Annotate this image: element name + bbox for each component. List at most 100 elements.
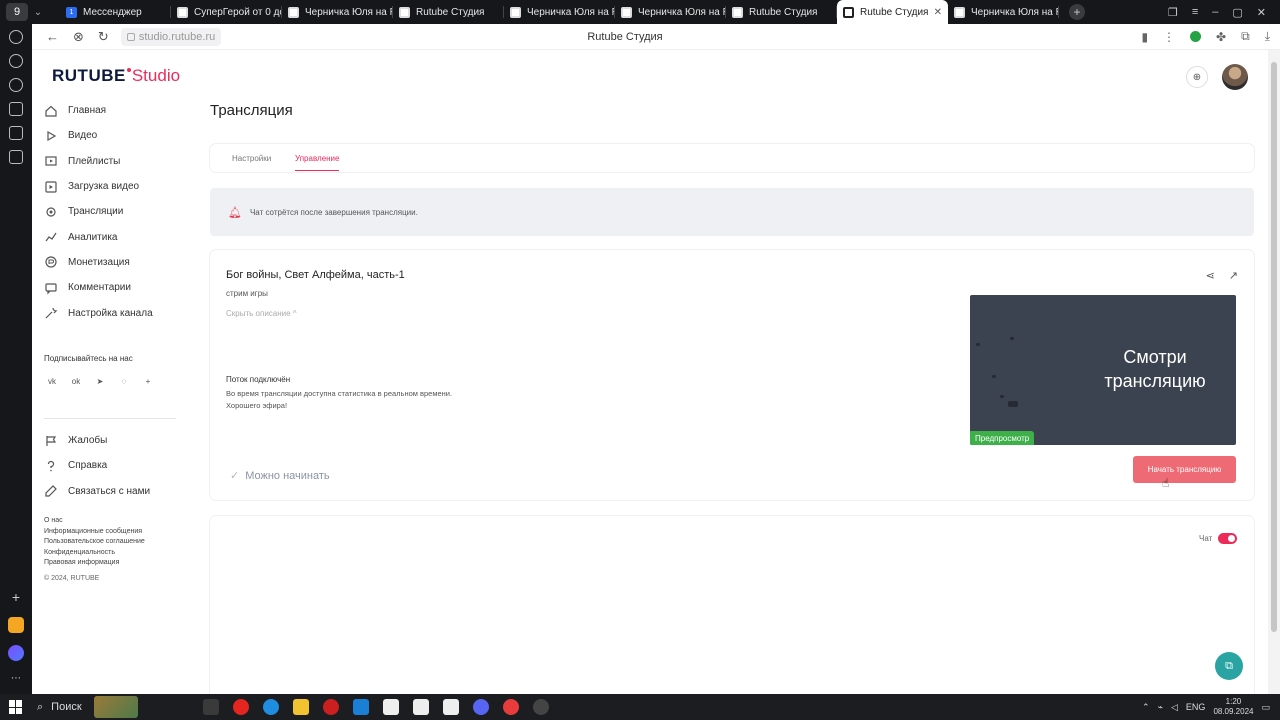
footer-link[interactable]: Информационные сообщения — [44, 527, 145, 538]
rutube-studio-logo[interactable]: RUTUBE Studio — [52, 66, 180, 86]
browser-tab[interactable]: Черничка Юля на R — [948, 0, 1059, 24]
more-dots-icon[interactable]: ⋯ — [11, 673, 21, 684]
gallery-icon[interactable] — [9, 126, 23, 140]
viber-icon[interactable]: ◌ — [118, 375, 130, 387]
footer-link[interactable]: Правовая информация — [44, 558, 145, 569]
external-link-icon[interactable]: ↗ — [1229, 269, 1238, 282]
browser-tab[interactable]: Rutube Студия — [393, 0, 504, 24]
notes-icon[interactable] — [9, 150, 23, 164]
sidebar-item[interactable]: Настройка канала — [44, 300, 184, 325]
sidebar-item[interactable]: Комментарии — [44, 275, 184, 300]
edge-icon[interactable] — [263, 699, 279, 715]
taskbar-search-label: Поиск — [51, 701, 82, 713]
tab-management[interactable]: Управление — [295, 154, 340, 171]
tabs-icon[interactable]: ❐ — [1168, 6, 1178, 19]
download-icon[interactable]: ⤓ — [1265, 29, 1270, 44]
volume-icon[interactable]: ◁ — [1171, 702, 1178, 713]
sidebar-item[interactable]: Аналитика — [44, 224, 184, 249]
sidebar-item[interactable]: Справка — [44, 453, 184, 478]
sidebar-item[interactable]: Монетизация — [44, 250, 184, 275]
menu-icon[interactable]: ≡ — [1192, 6, 1198, 19]
discord-icon[interactable] — [473, 699, 489, 715]
browser-tab[interactable]: Черничка Юля на R — [504, 0, 615, 24]
sidebar-item[interactable]: Загрузка видео — [44, 174, 184, 199]
sidebar-item[interactable]: Плейлисты — [44, 149, 184, 174]
tray-up-icon[interactable]: ⌃ — [1142, 702, 1150, 713]
app-9-icon[interactable] — [9, 102, 23, 116]
browser-tab[interactable]: 1 Мессенджер — [60, 0, 171, 24]
mail-icon[interactable] — [353, 699, 369, 715]
obs-icon[interactable] — [533, 699, 549, 715]
file-icon[interactable] — [383, 699, 399, 715]
network-icon[interactable]: ⌁ — [1158, 702, 1163, 713]
tab-counter-button[interactable]: 9 — [6, 3, 28, 21]
windows-start-icon[interactable] — [9, 700, 23, 714]
notifications-icon[interactable]: ▭ — [1261, 702, 1270, 713]
browser-tab[interactable]: Черничка Юля на R — [615, 0, 726, 24]
footer-link[interactable]: О нас — [44, 516, 145, 527]
back-icon[interactable]: ← — [46, 29, 59, 44]
add-panel-icon[interactable]: + — [12, 589, 20, 605]
yandex-icon[interactable] — [233, 699, 249, 715]
close-window-icon[interactable]: ✕ — [1257, 6, 1266, 19]
vk-icon[interactable]: vk — [46, 375, 58, 387]
sidebar-item[interactable]: Трансляции — [44, 199, 184, 224]
footer-link[interactable]: Конфиденциальность — [44, 548, 145, 559]
more-icon[interactable]: + — [142, 375, 154, 387]
minimize-icon[interactable]: – — [1212, 6, 1218, 19]
ok-icon[interactable]: ok — [70, 375, 82, 387]
share-icon[interactable]: ⋖ — [1206, 269, 1215, 282]
url-field[interactable]: studio.rutube.ru — [120, 27, 222, 46]
browser-tab[interactable]: Черничка Юля на R — [282, 0, 393, 24]
clock[interactable]: 1:20 08.09.2024 — [1213, 697, 1253, 717]
close-tab-icon[interactable]: ✕ — [934, 7, 942, 18]
start-stream-button[interactable]: Начать трансляцию — [1133, 456, 1236, 483]
telegram-icon[interactable]: ➤ — [94, 375, 106, 387]
sidebar-item[interactable]: Видео — [44, 123, 184, 148]
maximize-icon[interactable]: ▢ — [1232, 6, 1242, 19]
market-icon[interactable] — [8, 617, 24, 633]
task-view-icon[interactable] — [203, 699, 219, 715]
extension-icon[interactable] — [1190, 31, 1202, 42]
page-scrollbar[interactable] — [1268, 50, 1280, 694]
video-icon — [44, 129, 58, 143]
file-2-icon[interactable] — [413, 699, 429, 715]
collections-icon[interactable]: ⧉ — [1241, 29, 1250, 44]
taskbar-search[interactable]: ⌕ Поиск — [37, 694, 187, 720]
yandex-browser-icon[interactable] — [503, 699, 519, 715]
opera-icon[interactable] — [323, 699, 339, 715]
play-icon[interactable] — [9, 54, 23, 68]
puzzle-icon[interactable]: ✤ — [1216, 30, 1226, 44]
protect-icon[interactable]: ⊗ — [73, 29, 84, 45]
tab-settings[interactable]: Настройки — [232, 154, 271, 163]
history-icon[interactable] — [9, 30, 23, 44]
radio-icon[interactable] — [9, 78, 23, 92]
sidebar-item-label: Комментарии — [68, 282, 131, 294]
hide-description-link[interactable]: Скрыть описание ^ — [226, 309, 297, 318]
browser-tab-label: Rutube Студия — [749, 6, 818, 18]
file-3-icon[interactable] — [443, 699, 459, 715]
support-chat-button[interactable]: ⧉ — [1215, 652, 1243, 680]
ready-status: ✓ Можно начинать — [230, 469, 330, 483]
sidebar-item[interactable]: Связаться с нами — [44, 479, 184, 504]
lang-indicator[interactable]: ENG — [1186, 702, 1206, 712]
browser-tab[interactable]: Rutube Студия ✕ — [837, 0, 948, 24]
rutube-icon — [177, 6, 188, 18]
alice-icon[interactable] — [8, 645, 24, 661]
stream-card: Бог войны, Свет Алфейма, часть-1 стрим и… — [210, 250, 1254, 500]
browser-side-panel: + ⋯ — [0, 24, 32, 694]
new-tab-button[interactable]: + — [1069, 4, 1085, 20]
footer-link[interactable]: Пользовательское соглашение — [44, 537, 145, 548]
chat-toggle[interactable] — [1218, 533, 1237, 544]
bookmark-icon[interactable]: ▮ — [1141, 30, 1148, 44]
more-vert-icon[interactable]: ⋮ — [1163, 30, 1175, 44]
browser-tab[interactable]: СуперГерой от 0 до — [171, 0, 282, 24]
chevron-down-icon[interactable]: ⌄ — [30, 3, 46, 21]
browser-tab[interactable]: Rutube Студия — [726, 0, 837, 24]
sidebar-item[interactable]: Жалобы — [44, 428, 184, 453]
stream-preview[interactable]: Смотри трансляцию Предпросмотр — [970, 295, 1236, 445]
sidebar-item[interactable]: Главная — [44, 98, 184, 123]
reload-icon[interactable]: ↻ — [98, 29, 109, 45]
explorer-icon[interactable] — [293, 699, 309, 715]
mouse-cursor-icon: ☝︎ — [1162, 476, 1170, 490]
